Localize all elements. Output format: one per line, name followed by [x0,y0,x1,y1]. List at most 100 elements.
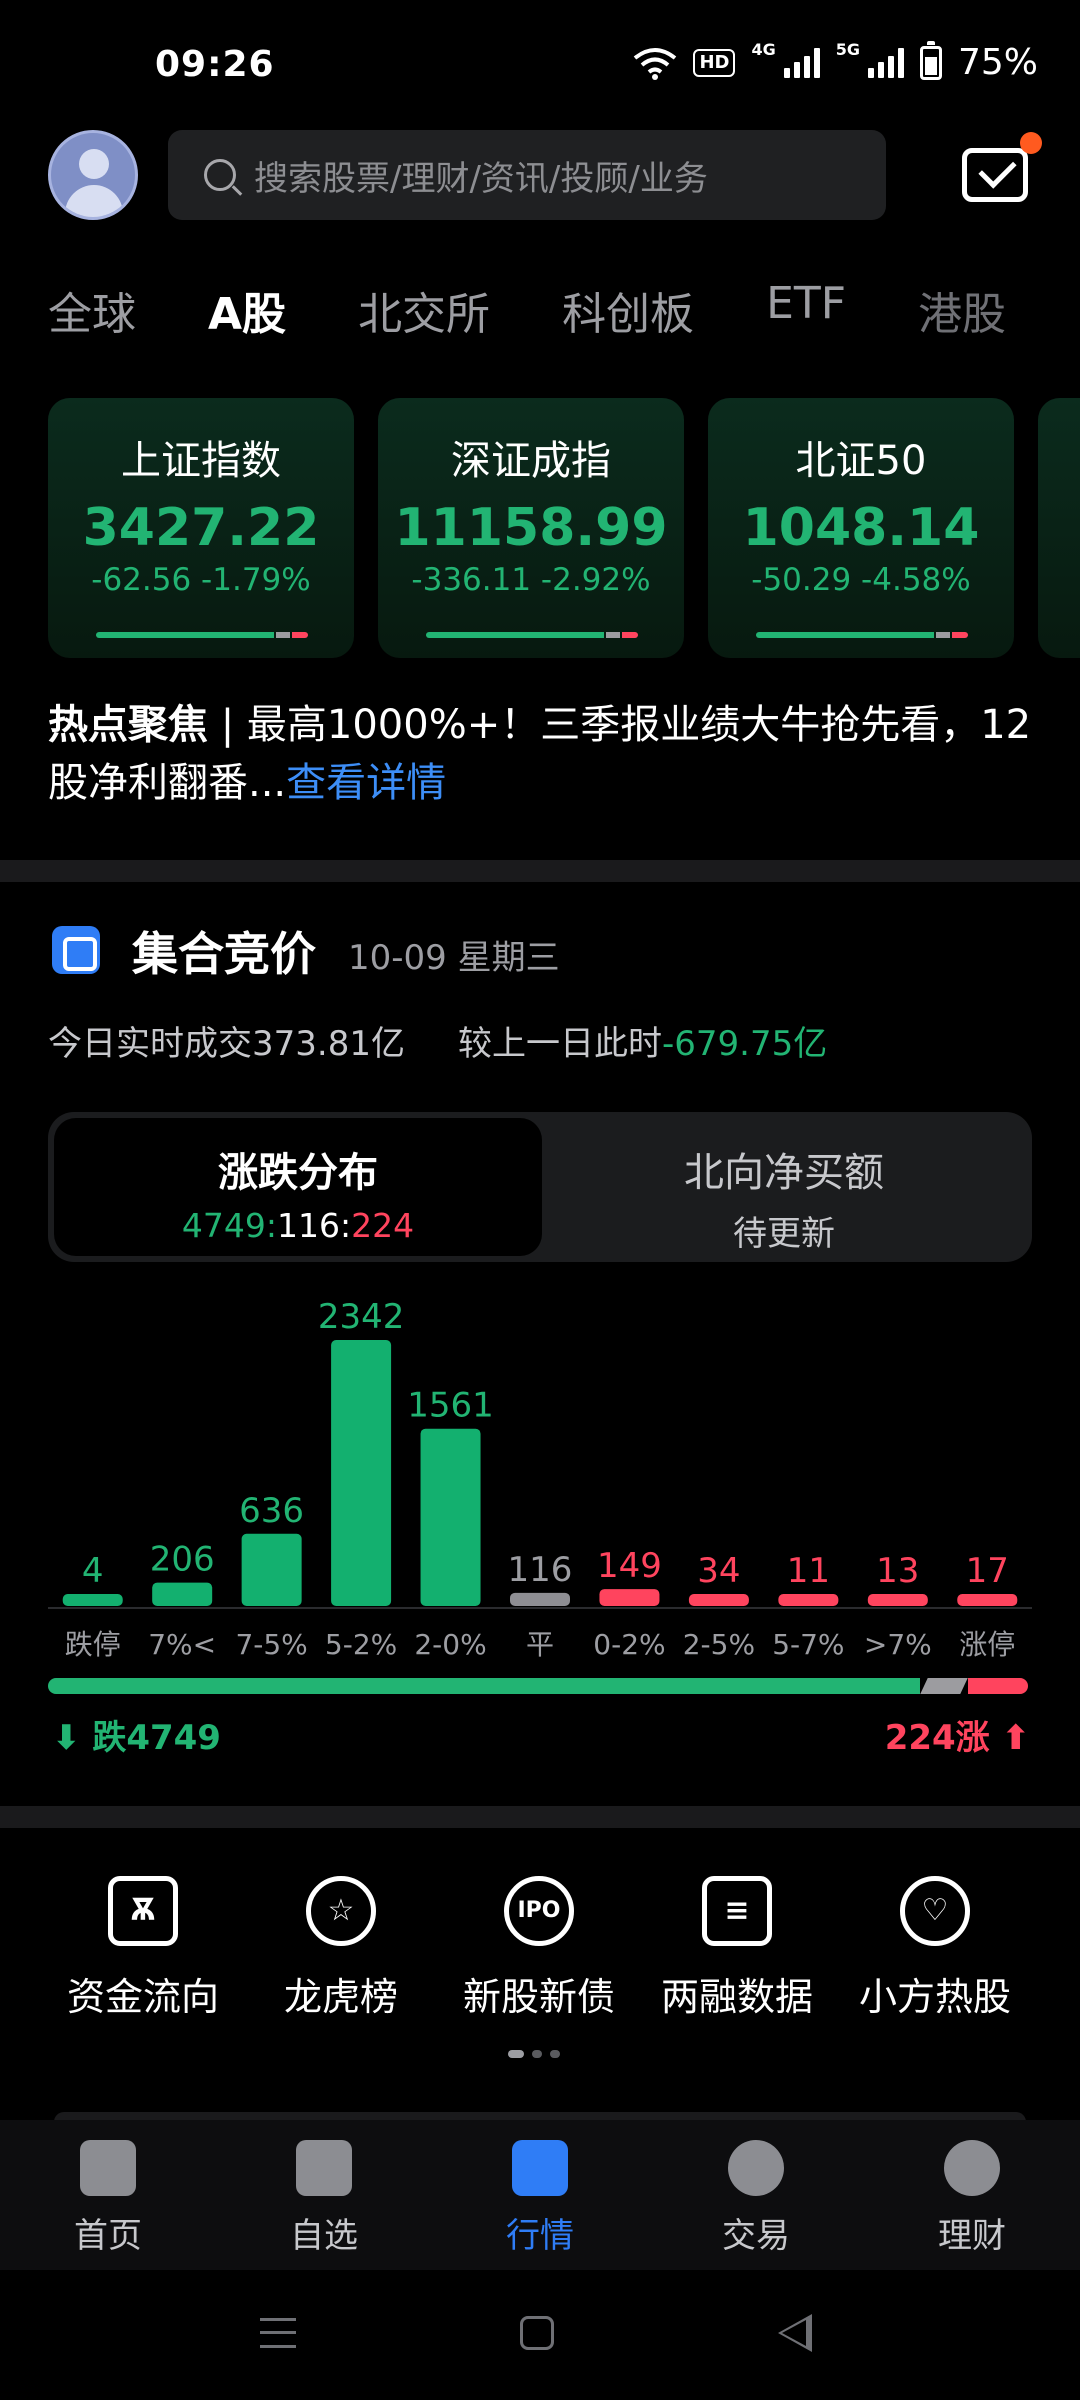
shortcut-hot-stocks[interactable]: ♡ 小方热股 [836,1876,1034,2021]
index-change: -62.56 -1.79% [91,562,311,598]
ipo-icon: IPO [504,1876,574,1946]
avatar-body [65,185,123,217]
fall-segment [48,1678,920,1694]
network-5g-label: 5G [835,40,860,59]
index-card-sz[interactable]: 深证成指 11158.99 -336.11 -2.92% [378,398,684,658]
auction-icon [52,926,100,974]
tab-bse[interactable]: 北交所 [358,278,490,358]
nav-label: 交易 [722,2216,790,2256]
nav-wealth[interactable]: 理财 [864,2140,1080,2257]
shortcut-ipo[interactable]: IPO 新股新债 [440,1876,638,2021]
shortcut-label: 龙虎榜 [283,1975,398,2019]
category-label: 0-2% [593,1628,665,1661]
shortcut-fund-flow[interactable]: Ѫ 资金流向 [44,1876,242,2021]
avatar[interactable] [48,130,138,220]
hot-news[interactable]: 热点聚焦 | 最高1000%+！三季报业绩大牛抢先看，12股净利翻番...查看详… [48,696,1038,812]
search-input[interactable]: 搜索股票/理财/资讯/投顾/业务 [168,130,886,220]
nav-market[interactable]: 行情 [432,2140,648,2257]
flat-segment [920,1678,968,1694]
category-label: 7%< [148,1628,216,1661]
bar-5 [510,1592,570,1606]
bar-value-label: 34 [697,1551,740,1591]
bottom-nav: 首页 自选 行情 交易 理财 [0,2120,1080,2270]
shortcut-margin-data[interactable]: ≡ 两融数据 [638,1876,836,2021]
tab-northbound-net-buy[interactable]: 北向净买额 待更新 [542,1118,1026,1256]
index-value: 3427.22 [82,498,320,558]
status-time: 09:26 [155,44,275,85]
index-name: 上证指数 [121,438,281,484]
bar-3 [331,1340,392,1606]
hot-stock-icon: ♡ [900,1876,970,1946]
bar-value-label: 4 [82,1551,104,1591]
tab-rise-fall-distribution[interactable]: 涨跌分布 4749:116:224 [54,1118,542,1256]
seg-title: 涨跌分布 [218,1150,378,1196]
index-change: -336.11 -2.92% [411,562,651,598]
category-label: 5-7% [772,1628,844,1661]
bar-value-label: 2342 [318,1297,405,1337]
battery-level: 75% [957,42,1038,83]
margin-data-icon: ≡ [702,1876,772,1946]
rise-summary-text: 224涨 [884,1718,990,1758]
fall-count: 4749 [181,1206,266,1245]
bar-value-label: 17 [966,1551,1009,1591]
index-card-sh[interactable]: 上证指数 3427.22 -62.56 -1.79% [48,398,354,658]
volume-compare: 较上一日此时-679.75亿 [458,1016,827,1065]
category-label: >7% [864,1628,932,1661]
bar-0 [62,1594,123,1606]
message-icon[interactable] [962,148,1028,202]
bar-value-label: 636 [239,1491,304,1531]
home-icon [80,2140,136,2196]
today-volume-value: 373.81亿 [252,1024,405,1064]
tab-hk[interactable]: 港股 [918,278,1006,358]
nav-label: 行情 [506,2216,574,2256]
bar-7 [688,1594,749,1606]
index-card-partial[interactable] [1038,398,1080,658]
section-title: 集合竞价 [132,927,316,981]
index-card-bz50[interactable]: 北证50 1048.14 -50.29 -4.58% [708,398,1014,658]
hot-news-tag: 热点聚焦 [48,702,208,748]
fall-summary-text: 跌4749 [92,1718,221,1758]
diamond-icon [944,2140,1000,2196]
status-bar: 09:26 HD 4G 5G 75% [0,0,1080,130]
today-volume-label: 今日实时成交 [48,1024,252,1064]
today-volume: 今日实时成交373.81亿 [48,1016,405,1065]
network-4g-label: 4G [751,40,776,59]
arrow-down-icon: ⬇ [52,1718,93,1758]
bar-6 [599,1589,660,1606]
section-date: 10-09 星期三 [348,938,560,978]
section-divider [0,1806,1080,1828]
nav-home[interactable]: 首页 [0,2140,216,2257]
nav-label: 首页 [74,2216,142,2256]
rise-count: 224 [351,1206,415,1245]
ratio-sep: : [265,1206,277,1245]
tab-etf[interactable]: ETF [766,278,846,358]
tab-a-share[interactable]: A股 [208,278,286,358]
category-label: 涨停 [959,1628,1015,1661]
rise-fall-bar [48,1678,1032,1694]
rise-summary: 224涨 ⬆ [885,1710,1030,1759]
bar-1 [152,1582,213,1606]
yen-icon [728,2140,784,2196]
shortcut-dragon-tiger[interactable]: ☆ 龙虎榜 [242,1876,440,2021]
nav-trade[interactable]: 交易 [648,2140,864,2257]
hd-icon: HD [693,48,736,77]
bar-2 [241,1533,302,1606]
nav-watchlist[interactable]: 自选 [216,2140,432,2257]
home-button-icon[interactable] [520,2316,554,2350]
bar-9 [867,1594,928,1606]
seg-title: 北向净买额 [684,1150,884,1196]
bar-value-label: 149 [597,1546,662,1586]
bar-8 [778,1594,839,1606]
bar-value-label: 11 [787,1551,830,1591]
tab-global[interactable]: 全球 [48,278,136,358]
watchlist-add-icon [296,2140,352,2196]
tab-star-market[interactable]: 科创板 [562,278,694,358]
nav-label: 自选 [290,2216,358,2256]
hot-news-more-link[interactable]: 查看详情 [286,760,446,806]
menu-icon[interactable] [260,2318,296,2348]
status-icons: HD 4G 5G 75% [633,40,1038,83]
signal-4g-icon [783,47,820,78]
category-label: 5-2% [325,1628,397,1661]
search-placeholder: 搜索股票/理财/资讯/投顾/业务 [254,158,708,199]
back-icon[interactable] [778,2314,812,2352]
